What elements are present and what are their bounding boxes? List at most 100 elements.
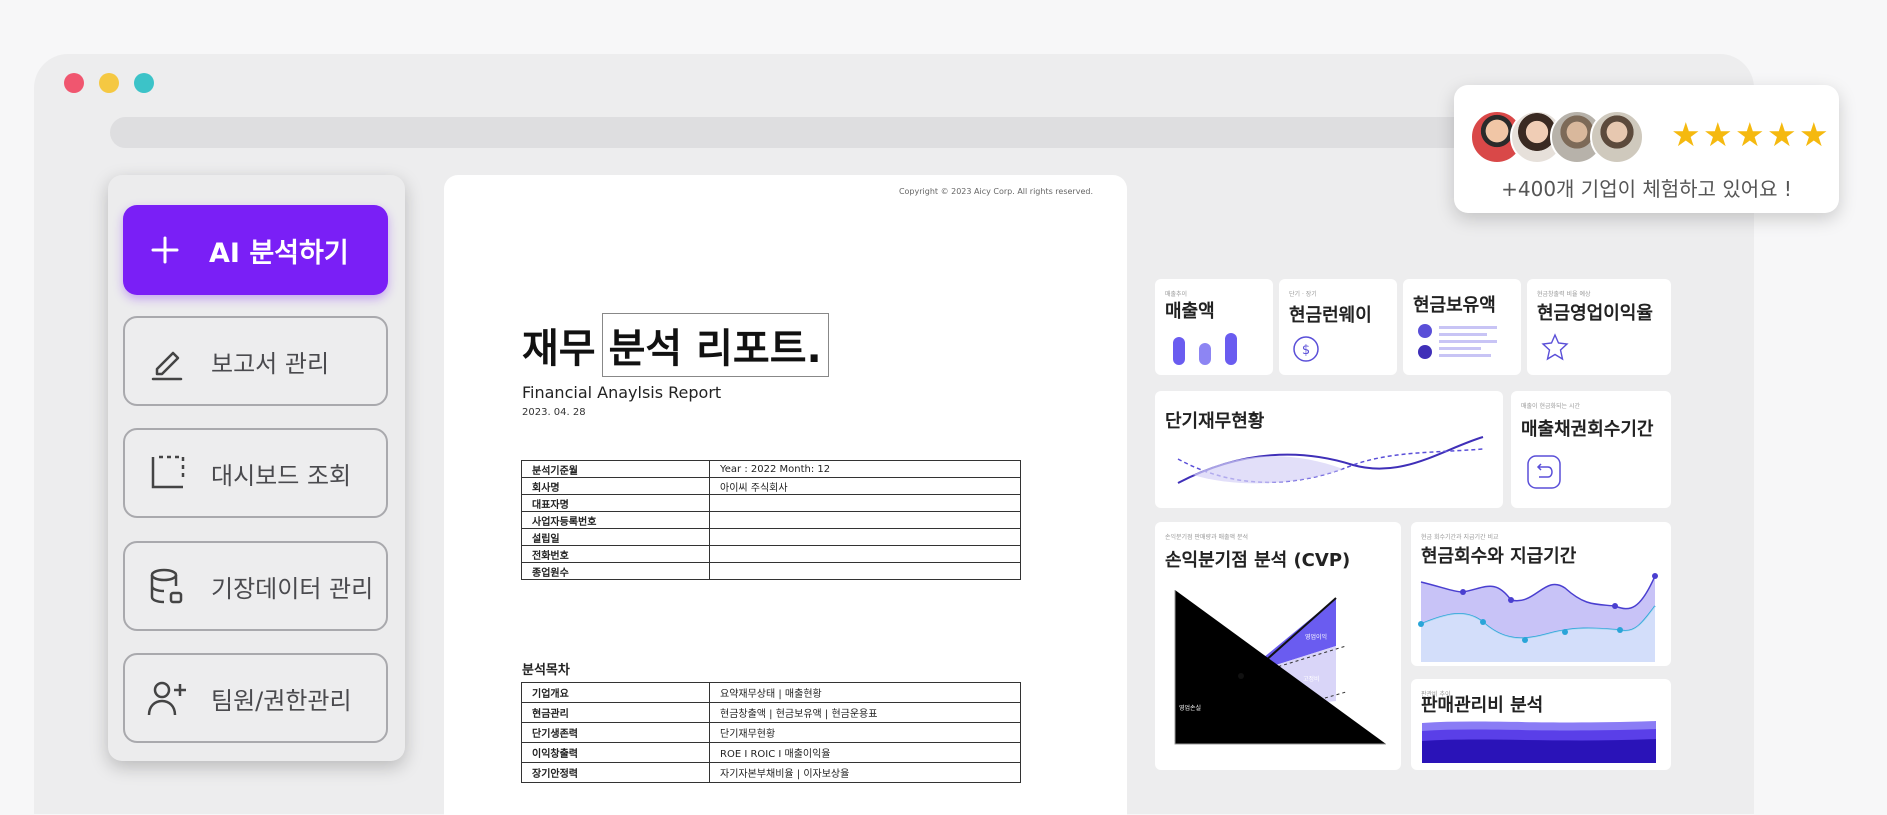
table-row: 분석기준월 Year : 2022 Month: 12	[521, 460, 1021, 478]
card-operating-margin[interactable]: 현금창출력 비율 예상 현금영업이익율	[1527, 279, 1671, 375]
table-row: 회사명 아이씨 주식회사	[521, 477, 1021, 495]
menu-item-label: 팀원/권한관리	[211, 686, 352, 715]
card-title: 현금영업이익율	[1537, 303, 1653, 324]
card-caption: 단기 · 장기	[1289, 291, 1317, 298]
card-title: 현금회수와 지급기간	[1421, 546, 1577, 567]
star-icon: ★	[1799, 115, 1829, 154]
card-title: 판매관리비 분석	[1421, 695, 1544, 716]
card-cash-holdings[interactable]: 현금보유액	[1403, 279, 1521, 375]
table-row: 전화번호	[521, 545, 1021, 563]
short-term-wave-chart	[1177, 436, 1484, 484]
window-close-dot[interactable]	[64, 73, 84, 93]
side-menu: AI 분석하기 보고서 관리 대시보드 조회 기장데이터 관리 팀원/권한관리	[108, 175, 405, 761]
card-cash-runway[interactable]: 단기 · 장기 현금런웨이 $	[1279, 279, 1397, 375]
pencil-icon	[141, 339, 193, 383]
card-sga-analysis[interactable]: 판관비 추이 판매관리비 분석	[1411, 679, 1671, 770]
card-title: 현금런웨이	[1289, 305, 1372, 326]
card-title: 현금보유액	[1413, 295, 1496, 316]
table-row: 종업원수	[521, 562, 1021, 580]
sga-stacked-chart	[1422, 721, 1656, 763]
table-row: 설립일	[521, 528, 1021, 546]
table-row: 장기안정력 자기자본부채비율 | 이자보상율	[521, 762, 1021, 783]
card-caption: 손익분기점 판매량과 매출액 분석	[1165, 534, 1249, 541]
toc-table: 기업개요 요약재무상태 | 매출현황 현금관리 현금창출액 | 현금보유액 | 현금…	[521, 682, 1021, 783]
table-key: 현금관리	[521, 702, 710, 723]
table-value: ROE I ROIC I 매출이익율	[709, 742, 1021, 763]
return-icon	[1527, 455, 1561, 489]
ai-analyze-button[interactable]: AI 분석하기	[123, 205, 388, 295]
dashboard-icon	[141, 451, 193, 495]
toc-heading: 분석목차	[522, 663, 570, 678]
table-value: 단기재무현황	[709, 722, 1021, 743]
card-cash-cycle[interactable]: 현금 회수기간과 지급기간 비교 현금회수와 지급기간	[1411, 522, 1671, 666]
table-key: 설립일	[521, 528, 710, 546]
window-minimize-dot[interactable]	[99, 73, 119, 93]
window-maximize-dot[interactable]	[134, 73, 154, 93]
menu-item-label: 보고서 관리	[211, 349, 330, 378]
table-value	[709, 528, 1021, 546]
report-title: 재무 분석 리포트.	[522, 313, 829, 377]
card-title: 매출액	[1165, 301, 1215, 322]
rating-card: ★ ★ ★ ★ ★ +400개 기업이 체험하고 있어요 !	[1454, 85, 1839, 213]
table-value	[709, 511, 1021, 529]
avatar	[1590, 110, 1644, 164]
plus-icon	[139, 228, 191, 272]
table-key: 종업원수	[521, 562, 710, 580]
table-key: 장기안정력	[521, 762, 710, 783]
table-key: 회사명	[521, 477, 710, 495]
table-key: 전화번호	[521, 545, 710, 563]
table-row: 기업개요 요약재무상태 | 매출현황	[521, 682, 1021, 703]
table-key: 기업개요	[521, 682, 710, 703]
card-caption: 매출이 현금화되는 시간	[1521, 403, 1581, 410]
cvp-profit-label: 영업이익	[1305, 634, 1328, 641]
report-title-part2: 분석 리포트.	[601, 313, 829, 377]
table-key: 단기생존력	[521, 722, 710, 743]
address-bar[interactable]	[110, 117, 1550, 148]
menu-item-report-manage[interactable]: 보고서 관리	[123, 316, 388, 406]
card-cvp-analysis[interactable]: 손익분기점 판매량과 매출액 분석 손익분기점 분석 (CVP) 영업손실 영업…	[1155, 522, 1401, 770]
table-row: 대표자명	[521, 494, 1021, 512]
table-value	[709, 545, 1021, 563]
table-value: 아이씨 주식회사	[709, 477, 1021, 495]
cash-cycle-area-chart	[1418, 573, 1658, 662]
menu-item-label: AI 분석하기	[209, 237, 349, 269]
svg-text:$: $	[1302, 343, 1310, 358]
star-icon: ★	[1671, 115, 1701, 154]
card-receivables-period[interactable]: 매출이 현금화되는 시간 매출채권회수기간	[1511, 391, 1671, 508]
menu-item-ledger-data[interactable]: 기장데이터 관리	[123, 541, 388, 631]
rating-text: +400개 기업이 체험하고 있어요 !	[1501, 177, 1792, 201]
cvp-fixed-label: 고정비	[1303, 676, 1320, 683]
sales-mini-bars	[1173, 333, 1237, 365]
table-row: 이익창출력 ROE I ROIC I 매출이익율	[521, 742, 1021, 763]
table-row: 사업자등록번호	[521, 511, 1021, 529]
table-key: 대표자명	[521, 494, 710, 512]
table-key: 사업자등록번호	[521, 511, 710, 529]
dollar-icon: $	[1293, 336, 1319, 362]
copyright-text: Copyright © 2023 Aicy Corp. All rights r…	[898, 187, 1093, 196]
card-title: 손익분기점 분석 (CVP)	[1165, 550, 1351, 571]
cash-list-graphic	[1418, 324, 1497, 359]
star-icon: ★	[1703, 115, 1733, 154]
menu-item-team-permissions[interactable]: 팀원/권한관리	[123, 653, 388, 743]
table-row: 단기생존력 단기재무현황	[521, 722, 1021, 743]
menu-item-dashboard[interactable]: 대시보드 조회	[123, 428, 388, 518]
card-sales[interactable]: 매출추이 매출액	[1155, 279, 1273, 375]
card-short-term-finance[interactable]: 단기재무현황	[1155, 391, 1503, 508]
card-title: 매출채권회수기간	[1521, 419, 1654, 440]
card-caption: 현금 회수기간과 지급기간 비교	[1421, 534, 1499, 541]
report-title-part1: 재무	[522, 326, 596, 372]
table-key: 이익창출력	[521, 742, 710, 763]
cvp-loss-label: 영업손실	[1179, 705, 1202, 712]
cvp-chart	[1174, 590, 1386, 745]
table-row: 현금관리 현금창출액 | 현금보유액 | 현금운용표	[521, 702, 1021, 723]
report-subtitle: Financial Anaylsis Report	[522, 383, 722, 402]
star-icon: ★	[1767, 115, 1797, 154]
table-key: 분석기준월	[521, 460, 710, 478]
add-user-icon	[141, 676, 193, 720]
card-caption: 현금창출력 비율 예상	[1537, 291, 1591, 298]
table-value: 현금창출액 | 현금보유액 | 현금운용표	[709, 702, 1021, 723]
table-value	[709, 494, 1021, 512]
company-info-table: 분석기준월 Year : 2022 Month: 12 회사명 아이씨 주식회사 대…	[521, 460, 1021, 580]
table-value: 요약재무상태 | 매출현황	[709, 682, 1021, 703]
report-date: 2023. 04. 28	[522, 407, 586, 418]
